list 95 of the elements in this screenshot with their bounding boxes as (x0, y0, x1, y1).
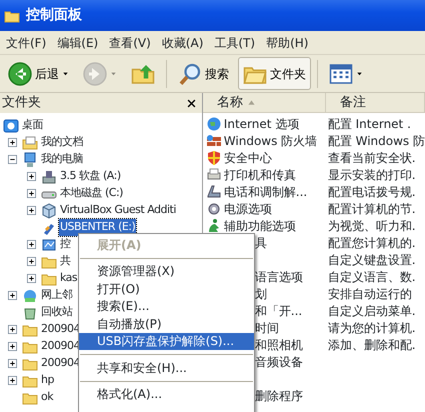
menu-item[interactable]: 格式化(A)... (79, 386, 254, 403)
computer-icon (22, 152, 38, 168)
item-note: 显示安装的打印. (326, 166, 416, 184)
expand-toggle[interactable] (8, 155, 17, 164)
menu-item[interactable]: 搜索(E)... (79, 298, 254, 315)
menu-item[interactable]: 查看(V) (107, 34, 160, 52)
item-name[interactable]: 和「开... (254, 302, 302, 320)
expand-toggle[interactable] (8, 325, 17, 334)
item-note: 配置计算机的节. (326, 200, 416, 218)
expand-toggle[interactable] (27, 189, 36, 198)
menu-item[interactable]: 打开(O) (79, 280, 254, 298)
control-panel-icon (41, 236, 57, 252)
menu-item[interactable]: 自动播放(P) (79, 315, 254, 332)
item-note: 查看当前安全状. (326, 150, 416, 166)
pane-title: 文件夹 (2, 94, 41, 112)
window-title: 控制面板 (26, 6, 82, 25)
search-icon (178, 62, 202, 86)
tree-item[interactable]: 控 (59, 236, 72, 253)
expand-toggle[interactable] (8, 342, 17, 351)
floppy-drive-icon (41, 168, 57, 184)
column-header[interactable]: 名称 (202, 93, 326, 112)
expand-toggle[interactable] (27, 172, 36, 181)
item-note: 配置 Internet . (326, 116, 411, 132)
item-name[interactable]: 电话和调制解... (224, 182, 308, 200)
expand-toggle[interactable] (27, 274, 36, 283)
printer-icon (206, 166, 222, 182)
network-icon (22, 288, 38, 304)
search-button[interactable]: 搜索 (173, 57, 234, 90)
menu-item[interactable]: 编辑(E) (55, 34, 108, 52)
expand-toggle[interactable] (8, 138, 17, 147)
cube-icon (41, 202, 57, 218)
tree-item[interactable]: 本地磁盘 (C:) (59, 185, 124, 202)
brick-wall-icon (206, 132, 222, 148)
item-name[interactable]: 具 (254, 234, 267, 252)
column-header[interactable]: 备注 (326, 93, 425, 112)
item-name[interactable]: Windows 防火墙 (224, 132, 318, 150)
shield-icon (206, 150, 222, 166)
item-note: 请为您的计算机. (326, 320, 416, 336)
tree-item[interactable]: 200904 (40, 321, 81, 338)
tree-item[interactable]: 我的电脑 (40, 151, 84, 168)
item-name[interactable]: 语言选项 (254, 268, 303, 286)
item-name[interactable]: 打印机和传真 (224, 166, 296, 184)
tree-item[interactable]: 桌面 (21, 117, 44, 134)
tree-item[interactable]: 200904 (40, 355, 81, 372)
close-icon[interactable] (186, 98, 196, 108)
caret-icon (356, 70, 363, 77)
menu-item[interactable]: 工具(T) (212, 34, 264, 52)
item-note: 配置 Windows 防 (326, 132, 425, 150)
tree-item[interactable]: hp (40, 372, 55, 389)
item-name[interactable]: 电源选项 (224, 200, 272, 218)
document-icon (22, 134, 38, 150)
item-name[interactable]: 删除程序 (254, 386, 303, 404)
item-note: 自定义语言、数. (326, 268, 416, 286)
menu-item[interactable]: 收藏(A) (160, 34, 212, 52)
folders-button[interactable]: 文件夹 (238, 57, 311, 90)
item-note: 自定义启动菜单. (326, 302, 416, 320)
item-note: 配置您计算机的. (326, 234, 416, 252)
item-name[interactable]: 音频设备 (254, 352, 303, 370)
item-name[interactable]: 辅助功能选项 (224, 216, 296, 234)
expand-toggle[interactable] (27, 257, 36, 266)
item-note: 安排自动运行的 (326, 286, 412, 302)
item-note: 为视觉、听力和. (326, 218, 416, 234)
tree-item[interactable]: ok (40, 389, 54, 406)
item-name[interactable]: 划 (254, 284, 267, 302)
expand-toggle[interactable] (27, 206, 36, 215)
globe-icon (206, 116, 222, 132)
tree-item[interactable]: 网上邻 (40, 287, 74, 304)
item-note: 添加、删除和配. (326, 336, 416, 354)
tree-item[interactable]: kas (59, 270, 78, 287)
caret-icon (62, 70, 69, 77)
views-icon (329, 62, 353, 86)
item-note: 配置电话拨号规. (326, 184, 416, 200)
expand-toggle[interactable] (8, 376, 17, 385)
tree-item[interactable]: 200904 (40, 338, 81, 355)
tree-item[interactable]: 回收站 (40, 304, 74, 321)
item-note: 自定义键盘设置. (326, 252, 416, 268)
tree-item[interactable]: 共 (59, 253, 72, 270)
menu-item[interactable]: 共享和安全(H)... (79, 359, 254, 376)
back-button[interactable]: 后退 (3, 57, 74, 90)
tree-item[interactable]: VirtualBox Guest Additi (59, 202, 177, 219)
menu-item[interactable]: USB闪存盘保护解除(S)... (79, 332, 254, 350)
tree-item[interactable]: 我的文档 (40, 134, 84, 151)
item-name[interactable]: 时间 (254, 318, 279, 336)
caret-icon (110, 70, 117, 77)
desktop-icon (3, 118, 19, 134)
menu-item[interactable]: 文件(F) (4, 34, 56, 52)
expand-toggle[interactable] (8, 359, 17, 368)
menu-item[interactable]: 帮助(H) (264, 34, 318, 52)
expand-toggle[interactable] (8, 291, 17, 300)
tree-item[interactable]: 3.5 软盘 (A:) (59, 168, 122, 185)
item-name[interactable]: 安全中心 (224, 148, 272, 166)
item-name[interactable]: Internet 选项 (224, 114, 300, 132)
menu-item[interactable]: 资源管理器(X) (79, 262, 254, 280)
item-name[interactable]: 和照相机 (254, 336, 303, 354)
expand-toggle[interactable] (27, 240, 36, 249)
